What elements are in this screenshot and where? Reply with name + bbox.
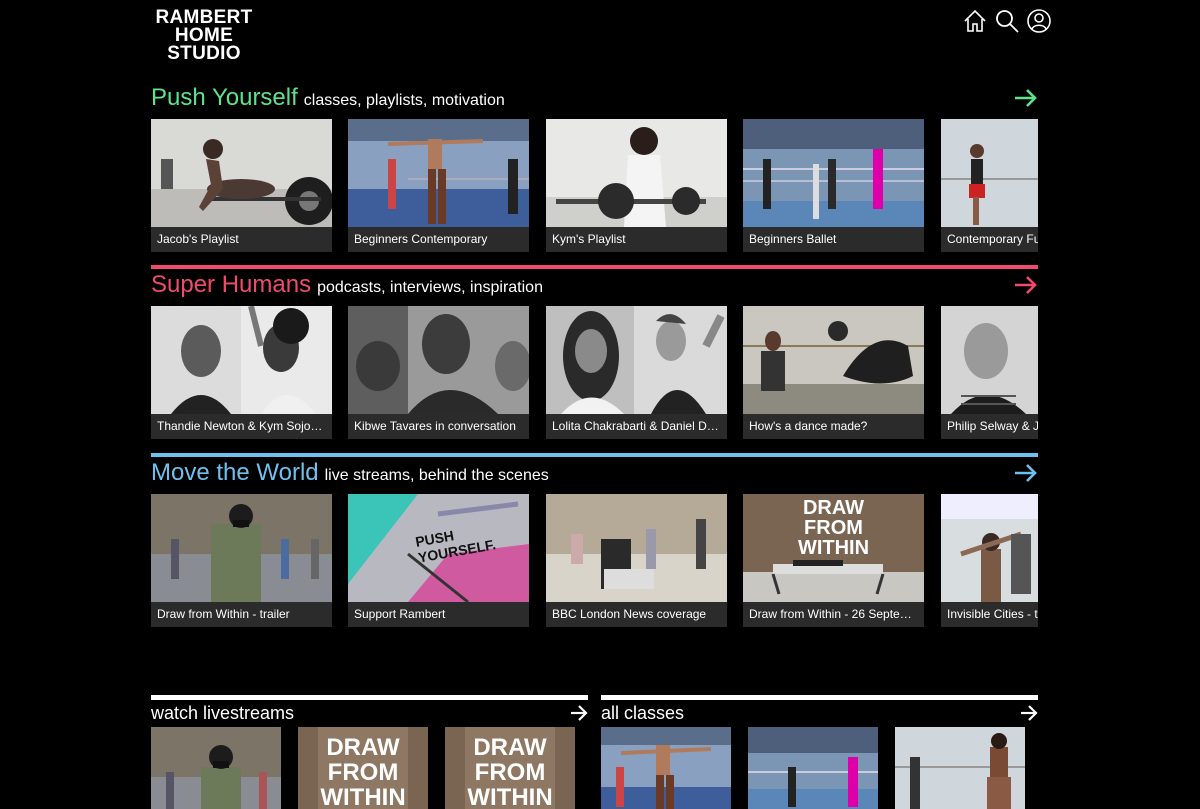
search-icon[interactable]: [995, 9, 1019, 33]
arrow-right-icon[interactable]: [1014, 275, 1038, 295]
section-title: Move the World: [151, 459, 319, 486]
section-title: Super Humans: [151, 271, 312, 298]
thumb-draw-title: DRAW FROM WITHIN: [445, 735, 575, 809]
draw-line-2: FROM: [327, 759, 399, 786]
card-caption: Lolita Chakrabarti & Daniel Davidson: [546, 414, 727, 439]
section-subtitle: live streams, behind the scenes: [324, 467, 549, 484]
thumbnail: [151, 306, 332, 414]
livestream-thumb-2[interactable]: DRAW FROM WITHIN: [298, 727, 428, 809]
card-caption: Draw from Within - trailer: [151, 602, 332, 627]
logo-line-3: STUDIO: [167, 43, 241, 64]
section-super-humans: Super Humans podcasts, interviews, inspir…: [151, 265, 1038, 440]
card-caption: Support Rambert: [348, 602, 529, 627]
arrow-right-icon[interactable]: [570, 704, 588, 722]
livestream-thumb-3[interactable]: DRAW FROM WITHIN: [445, 727, 575, 809]
section-header: Push Yourself classes, playlists, motivat…: [151, 84, 1038, 114]
card-jacobs-playlist[interactable]: Jacob's Playlist: [151, 119, 332, 252]
section-header: Move the World live streams, behind the s…: [151, 459, 1038, 489]
card-draw-from-within-26-september[interactable]: DRAW FROM WITHIN Draw from Within - 26 S…: [743, 494, 924, 627]
card-philip-selway[interactable]: Philip Selway & J: [941, 306, 1038, 439]
all-classes-heading[interactable]: all classes: [601, 703, 684, 724]
card-bbc-london-news[interactable]: BBC London News coverage: [546, 494, 727, 627]
thumbnail: [151, 119, 332, 227]
home-icon[interactable]: [963, 9, 987, 33]
thumbnail: [546, 119, 727, 227]
card-caption: Contemporary Fu: [941, 227, 1038, 252]
draw-line-1: DRAW: [473, 734, 547, 761]
section-subtitle: podcasts, interviews, inspiration: [317, 279, 543, 296]
arrow-right-icon[interactable]: [1014, 88, 1038, 108]
card-row: Thandie Newton & Kym Sojourner Kibwe Tav…: [151, 306, 1038, 439]
arrow-right-icon[interactable]: [1020, 704, 1038, 722]
draw-line-2: FROM: [804, 517, 863, 539]
thumbnail: [546, 306, 727, 414]
card-caption: Invisible Cities - t: [941, 602, 1038, 627]
card-caption: Thandie Newton & Kym Sojourner: [151, 414, 332, 439]
card-contemporary-fu[interactable]: Contemporary Fu: [941, 119, 1038, 252]
section-divider: [151, 695, 588, 700]
account-icon[interactable]: [1027, 9, 1051, 33]
section-divider: [151, 265, 1038, 269]
card-kibwe-tavares[interactable]: Kibwe Tavares in conversation: [348, 306, 529, 439]
card-row: Draw from Within - trailer PUSH YOURSELF…: [151, 494, 1038, 627]
card-caption: Draw from Within - 26 September: [743, 602, 924, 627]
card-caption: Beginners Contemporary: [348, 227, 529, 252]
all-classes-block: all classes: [601, 695, 1038, 809]
watch-livestreams-block: watch livestreams DRAW FROM WITHIN DRAW …: [151, 695, 588, 809]
thumbnail: [348, 306, 529, 414]
thumbnail: [941, 119, 1038, 227]
draw-line-1: DRAW: [326, 734, 400, 761]
card-caption: How's a dance made?: [743, 414, 924, 439]
thumbnail: DRAW FROM WITHIN: [743, 494, 924, 602]
card-caption: Kibwe Tavares in conversation: [348, 414, 529, 439]
section-header: Super Humans podcasts, interviews, inspir…: [151, 271, 1038, 301]
thumbnail: [151, 494, 332, 602]
card-caption: BBC London News coverage: [546, 602, 727, 627]
class-thumb-3[interactable]: [895, 727, 1025, 809]
card-thandie-newton-kym-sojourner[interactable]: Thandie Newton & Kym Sojourner: [151, 306, 332, 439]
thumbnail: [743, 119, 924, 227]
header-icons: [963, 9, 1051, 33]
watch-livestreams-heading[interactable]: watch livestreams: [151, 703, 294, 724]
thumb-draw-title: DRAW FROM WITHIN: [743, 498, 924, 558]
draw-line-3: WITHIN: [797, 537, 870, 559]
arrow-right-icon[interactable]: [1014, 463, 1038, 483]
card-invisible-cities[interactable]: Invisible Cities - t: [941, 494, 1038, 627]
draw-line-3: WITHIN: [467, 784, 553, 809]
card-caption: Philip Selway & J: [941, 414, 1038, 439]
card-kyms-playlist[interactable]: Kym's Playlist: [546, 119, 727, 252]
thumbnail: [348, 119, 529, 227]
card-support-rambert[interactable]: PUSH YOURSELF. Support Rambert: [348, 494, 529, 627]
thumbnail: [941, 306, 1038, 414]
class-thumb-2[interactable]: [748, 727, 878, 809]
card-caption: Beginners Ballet: [743, 227, 924, 252]
section-move-the-world: Move the World live streams, behind the s…: [151, 453, 1038, 629]
card-lolita-chakrabarti-daniel[interactable]: Lolita Chakrabarti & Daniel Davidson: [546, 306, 727, 439]
draw-line-3: WITHIN: [320, 784, 406, 809]
section-push-yourself: Push Yourself classes, playlists, motivat…: [151, 84, 1038, 254]
card-caption: Kym's Playlist: [546, 227, 727, 252]
thumbnail: [743, 306, 924, 414]
card-draw-from-within-trailer[interactable]: Draw from Within - trailer: [151, 494, 332, 627]
thumbnail: PUSH YOURSELF.: [348, 494, 529, 602]
thumbnail: [941, 494, 1038, 602]
section-divider: [601, 695, 1038, 700]
thumb-draw-title: DRAW FROM WITHIN: [298, 735, 428, 809]
draw-line-2: FROM: [474, 759, 546, 786]
card-beginners-contemporary[interactable]: Beginners Contemporary: [348, 119, 529, 252]
card-row: Jacob's Playlist Beginners Contemporary …: [151, 119, 1038, 252]
section-divider: [151, 453, 1038, 457]
class-thumb-1[interactable]: [601, 727, 731, 809]
draw-line-1: DRAW: [802, 497, 865, 519]
rambert-home-studio-logo[interactable]: RAMBERT HOME STUDIO: [151, 8, 257, 64]
card-caption: Jacob's Playlist: [151, 227, 332, 252]
section-subtitle: classes, playlists, motivation: [303, 92, 505, 109]
livestream-thumb-1[interactable]: [151, 727, 281, 809]
section-title: Push Yourself: [151, 84, 298, 111]
card-beginners-ballet[interactable]: Beginners Ballet: [743, 119, 924, 252]
card-hows-a-dance-made[interactable]: How's a dance made?: [743, 306, 924, 439]
thumbnail: [546, 494, 727, 602]
